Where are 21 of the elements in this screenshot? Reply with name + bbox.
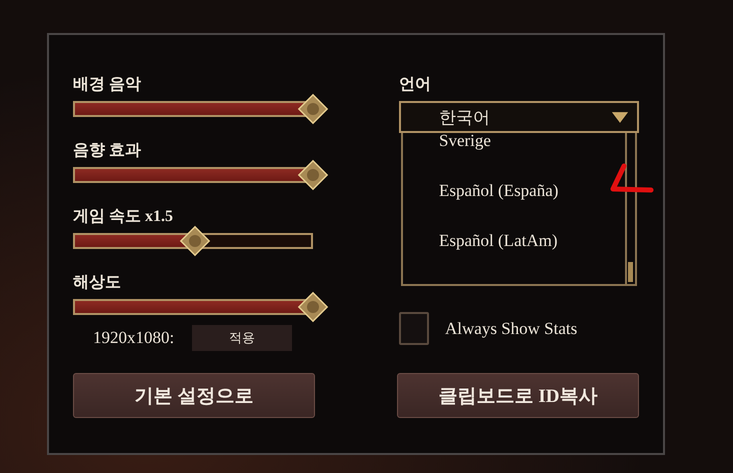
slider-label: 음향 효과: [73, 141, 141, 161]
language-option[interactable]: Español (LatAm): [439, 230, 558, 251]
language-option[interactable]: Español (España): [439, 180, 558, 201]
language-dropdown[interactable]: 한국어: [399, 101, 639, 133]
resolution-value: 1920x1080:: [93, 328, 174, 348]
language-option[interactable]: Sverige: [439, 130, 491, 151]
caret-icon: [611, 110, 629, 124]
slider[interactable]: [73, 290, 330, 324]
slider-label: 게임 속도 x1.5: [73, 207, 173, 227]
language-label: 언어: [399, 75, 431, 95]
slider-label: 배경 음악: [73, 75, 141, 95]
apply-button[interactable]: 적용: [192, 325, 292, 351]
slider[interactable]: [73, 158, 330, 192]
annotation-scribble: [608, 163, 654, 195]
checkbox-label: Always Show Stats: [445, 318, 578, 338]
action-button[interactable]: 클립보드로 ID복사: [397, 373, 639, 418]
slider[interactable]: [73, 92, 330, 126]
slider-label: 해상도: [73, 273, 121, 293]
scrollbar[interactable]: [625, 133, 635, 284]
checkbox[interactable]: [399, 312, 429, 345]
action-button[interactable]: 기본 설정으로: [73, 373, 315, 418]
